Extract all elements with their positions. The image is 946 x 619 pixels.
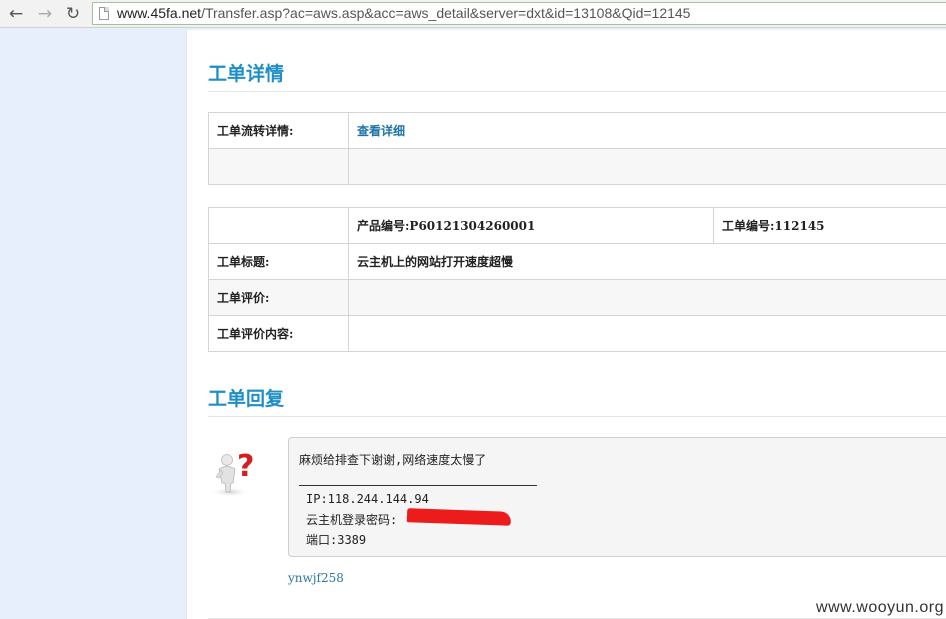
table-row: 工单标题: 云主机上的网站打开速度超慢 <box>208 243 946 280</box>
watermark: www.wooyun.org <box>816 599 944 616</box>
flow-table: 工单流转详情: 查看详细 <box>208 112 946 185</box>
detail-section-title: 工单详情 <box>208 63 285 85</box>
reply-bubble: 麻烦给排查下谢谢,网络速度太慢了 IP:118.244.144.94 云主机登录… <box>288 437 946 557</box>
question-person-icon: ? <box>210 449 254 497</box>
ip-line: IP:118.244.144.94 <box>306 492 429 506</box>
password-line: 云主机登录密码: <box>306 513 398 527</box>
content-panel: 工单详情 工单流转详情: 查看详细 产品编号:P60121304260001 工… <box>186 30 946 619</box>
divider <box>208 91 946 92</box>
rating-content-label: 工单评价内容: <box>208 315 349 352</box>
ticket-title-value: 云主机上的网站打开速度超慢 <box>348 243 946 280</box>
empty-cell <box>348 148 946 185</box>
port-line: 端口:3389 <box>306 533 367 547</box>
rating-label: 工单评价: <box>208 279 349 316</box>
flow-cell: 查看详细 <box>348 112 946 149</box>
view-detail-link[interactable]: 查看详细 <box>357 124 405 138</box>
reply-message: 麻烦给排查下谢谢,网络速度太慢了 <box>299 453 487 467</box>
url-path: /Transfer.asp?ac=aws.asp&acc=aws_detail&… <box>201 5 691 21</box>
page-icon <box>99 7 109 20</box>
ticket-table: 产品编号:P60121304260001 工单编号:112145 工单标题: 云… <box>208 207 946 352</box>
forward-arrow-icon[interactable]: → <box>34 3 56 25</box>
svg-text:?: ? <box>237 449 254 484</box>
url-text: www.45fa.net/Transfer.asp?ac=aws.asp&acc… <box>117 3 690 24</box>
browser-toolbar: ← → ↻ www.45fa.net/Transfer.asp?ac=aws.a… <box>0 0 946 28</box>
address-bar[interactable]: www.45fa.net/Transfer.asp?ac=aws.asp&acc… <box>92 2 946 25</box>
table-row: 工单评价内容: <box>208 315 946 352</box>
reload-icon[interactable]: ↻ <box>62 3 84 25</box>
back-arrow-icon[interactable]: ← <box>5 3 27 25</box>
divider <box>299 485 537 486</box>
ticket-number: 工单编号:112145 <box>713 207 946 244</box>
reply-section-title: 工单回复 <box>208 388 285 410</box>
url-host: www.45fa.net <box>117 5 202 21</box>
reply-author-link[interactable]: ynwjf258 <box>288 571 344 585</box>
flow-label: 工单流转详情: <box>208 112 349 149</box>
empty-cell <box>208 207 349 244</box>
redaction-mark <box>406 508 512 526</box>
empty-cell <box>208 148 349 185</box>
rating-content-value <box>348 315 946 352</box>
table-row: 工单流转详情: 查看详细 <box>208 112 946 149</box>
divider <box>208 416 946 417</box>
table-row: 产品编号:P60121304260001 工单编号:112145 <box>208 207 946 244</box>
table-row: 工单评价: <box>208 279 946 316</box>
ticket-title-label: 工单标题: <box>208 243 349 280</box>
rating-value <box>348 279 946 316</box>
product-number: 产品编号:P60121304260001 <box>348 207 714 244</box>
table-row <box>208 148 946 185</box>
